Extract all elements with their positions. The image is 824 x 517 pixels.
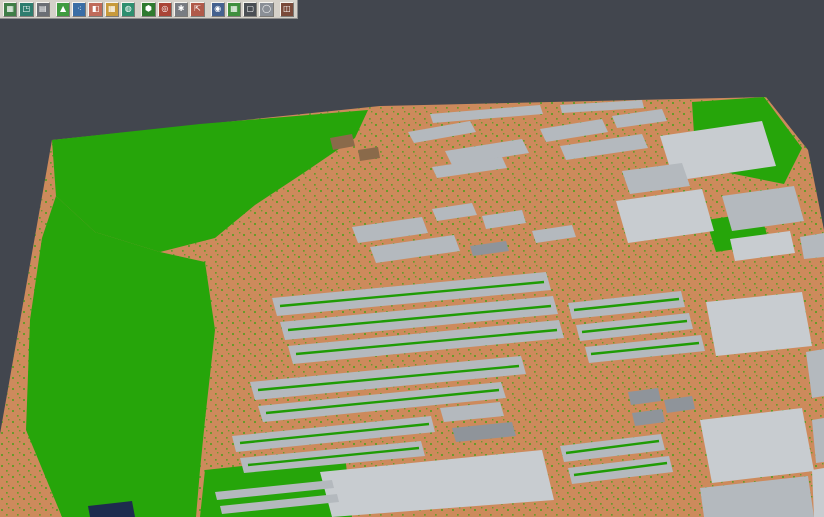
classify-icon[interactable]: ⬢ [141, 2, 155, 17]
settings-icon[interactable]: ✱ [174, 2, 188, 17]
target-icon[interactable]: ◎ [158, 2, 172, 17]
import-icon[interactable]: ◳ [19, 2, 33, 17]
3d-viewport[interactable] [0, 0, 824, 517]
mesh-icon[interactable]: ◍ [121, 2, 135, 17]
profile-icon[interactable]: ◫ [280, 2, 294, 17]
building-roof [706, 292, 812, 356]
main-toolbar: ▦◳▤▲⁖◧▦◍⬢◎✱⇱◉▦▢◯◫ [0, 0, 298, 19]
measure-icon[interactable]: ⇱ [190, 2, 204, 17]
grid-icon[interactable]: ▦ [227, 2, 241, 17]
building-roof [700, 408, 814, 483]
texture-icon[interactable]: ▦ [105, 2, 119, 17]
globe-icon[interactable]: ◯ [259, 2, 273, 17]
layers-icon[interactable]: ▦ [3, 2, 17, 17]
building-roof [800, 233, 824, 259]
pointcloud-icon[interactable]: ⁖ [72, 2, 86, 17]
save-icon[interactable]: ▤ [36, 2, 50, 17]
point-cloud-scene[interactable] [0, 0, 824, 517]
camera-icon[interactable]: ◉ [211, 2, 225, 17]
terrain-icon[interactable]: ▲ [56, 2, 70, 17]
cube-icon[interactable]: ▢ [243, 2, 257, 17]
colorize-icon[interactable]: ◧ [88, 2, 102, 17]
building-roof [812, 468, 824, 517]
